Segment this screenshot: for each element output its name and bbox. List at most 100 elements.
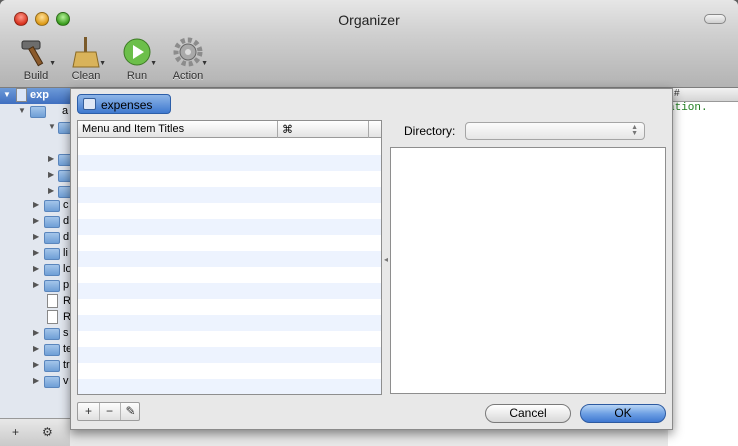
action-label: Action <box>172 70 204 82</box>
folder-icon <box>44 264 60 276</box>
broom-icon <box>72 37 100 68</box>
table-row[interactable] <box>78 235 381 251</box>
tree-item-label: li <box>63 247 68 259</box>
folder-icon <box>44 280 60 292</box>
list-item[interactable]: ▶ li <box>0 246 70 262</box>
table-row[interactable] <box>78 139 381 155</box>
column-header-titles[interactable]: Menu and Item Titles <box>82 123 184 135</box>
table-row[interactable] <box>78 267 381 283</box>
list-item[interactable]: ▼ <box>0 120 74 136</box>
table-row[interactable] <box>78 299 381 315</box>
clean-label: Clean <box>71 70 101 82</box>
tree-root-row[interactable]: ▼ exp <box>0 88 70 104</box>
list-item[interactable]: ▶ te <box>0 342 72 358</box>
folder-icon <box>30 106 46 118</box>
table-row[interactable] <box>78 283 381 299</box>
directory-list[interactable] <box>390 147 666 394</box>
window-title: Organizer <box>338 12 400 28</box>
table-row[interactable] <box>78 187 381 203</box>
expenses-token[interactable]: expenses <box>77 94 171 114</box>
list-item[interactable]: R <box>0 310 71 326</box>
table-row[interactable] <box>78 315 381 331</box>
menu-items-sheet: expenses Menu and Item Titles ⌘ ◂ Direct… <box>70 88 673 430</box>
list-item[interactable]: ▶ d <box>0 214 70 230</box>
disclosure-triangle-icon: ▶ <box>33 248 40 257</box>
project-tree: ▼ exp ▼ a ▼ ▶ ▶ ▶ ▶ c ▶ d ▶ d ▶ li ▶ lo … <box>0 88 74 418</box>
table-row[interactable] <box>78 331 381 347</box>
list-item[interactable]: ▶ c <box>0 198 70 214</box>
list-item[interactable]: ▶ <box>0 152 74 168</box>
tree-item-label: tr <box>63 359 70 371</box>
cancel-button[interactable]: Cancel <box>485 404 571 423</box>
build-label: Build <box>23 70 49 82</box>
ok-button[interactable]: OK <box>580 404 666 423</box>
list-item[interactable]: ▶ d <box>0 230 70 246</box>
tree-item-label: d <box>63 215 70 227</box>
table-row[interactable] <box>78 219 381 235</box>
run-button[interactable]: Run ▼ <box>111 36 163 86</box>
list-item[interactable]: ▶ v <box>0 374 70 390</box>
tree-item-label: a <box>62 105 69 117</box>
folder-icon <box>44 360 60 372</box>
menu-items-table[interactable]: Menu and Item Titles ⌘ <box>77 120 382 395</box>
gear-icon[interactable]: ⚙ <box>42 425 53 439</box>
disclosure-triangle-icon: ▶ <box>48 154 55 163</box>
remove-menu-item-button[interactable]: − <box>99 403 120 420</box>
token-label: expenses <box>101 98 153 112</box>
list-item[interactable]: ▼ a <box>0 104 70 120</box>
chevron-down-icon: ▼ <box>49 60 56 67</box>
table-row[interactable] <box>78 347 381 363</box>
disclosure-triangle-icon: ▶ <box>33 232 40 241</box>
list-item[interactable]: ▶ <box>0 168 74 184</box>
list-item[interactable]: ▶ p <box>0 278 70 294</box>
play-icon <box>123 38 151 66</box>
folder-icon <box>44 328 60 340</box>
split-view-handle[interactable]: ◂ <box>384 255 388 264</box>
hammer-icon <box>21 40 44 67</box>
table-row[interactable] <box>78 155 381 171</box>
add-item-button[interactable]: + <box>12 425 19 439</box>
folder-icon <box>44 200 60 212</box>
list-item[interactable]: R <box>0 294 71 310</box>
table-row[interactable] <box>78 379 381 394</box>
list-item[interactable]: ▶ lo <box>0 262 72 278</box>
disclosure-triangle-icon: ▶ <box>33 360 40 369</box>
disclosure-triangle-icon: ▶ <box>48 186 55 195</box>
clean-button[interactable]: Clean ▼ <box>60 36 112 86</box>
table-row[interactable] <box>78 171 381 187</box>
directory-popup[interactable]: ▲ ▼ <box>465 122 645 140</box>
disclosure-triangle-icon: ▶ <box>33 376 40 385</box>
list-item[interactable]: ▶ s <box>0 326 70 342</box>
toolbar-toggle-button[interactable] <box>704 14 726 24</box>
editor-bar-label: # <box>674 88 680 99</box>
action-button[interactable]: Action ▼ <box>162 36 214 86</box>
list-item[interactable]: ▶ tr <box>0 358 70 374</box>
disclosure-triangle-icon: ▶ <box>33 344 40 353</box>
tree-root-label: exp <box>30 89 49 101</box>
build-button[interactable]: Build ▼ <box>10 36 62 86</box>
disclosure-triangle-icon: ▶ <box>33 264 40 273</box>
editor-navigation-bar: # <box>668 88 738 102</box>
tree-bottom-bar: + ⚙ <box>0 418 70 446</box>
project-icon <box>83 98 96 110</box>
folder-icon <box>44 376 60 388</box>
table-row[interactable] <box>78 251 381 267</box>
table-row[interactable] <box>78 203 381 219</box>
chevron-down-icon: ▼ <box>150 60 157 67</box>
table-row[interactable] <box>78 363 381 379</box>
disclosure-triangle-icon: ▶ <box>33 280 40 289</box>
add-menu-item-button[interactable]: + <box>78 403 99 420</box>
tree-item-label: c <box>63 199 69 211</box>
column-divider <box>277 121 278 138</box>
column-header-shortcut[interactable]: ⌘ <box>282 123 293 136</box>
chevron-updown-icon: ▲ ▼ <box>631 124 638 137</box>
folder-icon <box>44 232 60 244</box>
run-label: Run <box>126 70 148 82</box>
code-editor[interactable]: # ation. <box>668 88 738 446</box>
item-edit-segmented-control: + − ✎ <box>77 402 140 421</box>
edit-menu-item-button[interactable]: ✎ <box>120 403 141 420</box>
gear-icon <box>173 37 203 67</box>
tree-item-label: v <box>63 375 69 387</box>
disclosure-triangle-icon: ▼ <box>3 90 11 99</box>
tree-item-label: s <box>63 327 69 339</box>
